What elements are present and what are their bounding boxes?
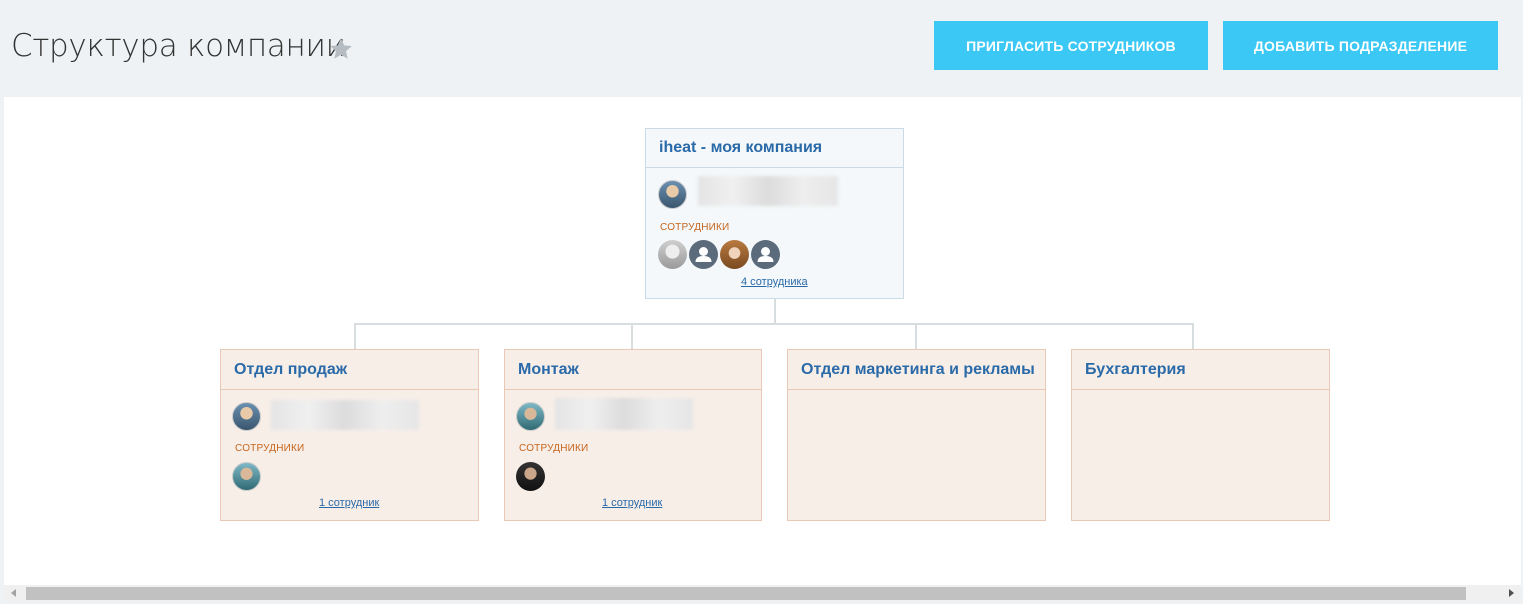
star-icon[interactable] xyxy=(328,36,354,62)
page-header: Структура компании ПРИГЛАСИТЬ СОТРУДНИКО… xyxy=(0,0,1523,97)
employee-avatar[interactable] xyxy=(658,240,687,269)
staff-label: СОТРУДНИКИ xyxy=(235,443,305,454)
connector-dept-4 xyxy=(1192,323,1194,349)
staff-count-link[interactable]: 1 сотрудник xyxy=(602,497,662,509)
head-name-redacted xyxy=(555,398,693,430)
head-name-redacted xyxy=(271,400,419,430)
employee-avatar-placeholder[interactable] xyxy=(689,240,718,269)
company-title[interactable]: iheat - моя компания xyxy=(659,139,822,157)
invite-employees-button[interactable]: ПРИГЛАСИТЬ СОТРУДНИКОВ xyxy=(934,21,1208,70)
department-card[interactable]: Монтаж СОТРУДНИКИ 1 сотрудник xyxy=(504,349,762,521)
connector-dept-3 xyxy=(915,323,917,349)
user-icon xyxy=(695,247,712,262)
connector-dept-1 xyxy=(354,323,356,349)
employee-avatar[interactable] xyxy=(720,240,749,269)
company-card-header: iheat - моя компания xyxy=(646,129,903,168)
employee-avatar[interactable] xyxy=(516,462,545,491)
page-title: Структура компании xyxy=(11,28,346,64)
company-card[interactable]: iheat - моя компания СОТРУДНИКИ 4 сотруд… xyxy=(645,128,904,299)
department-title[interactable]: Отдел продаж xyxy=(234,361,347,379)
department-card-header: Монтаж xyxy=(505,350,761,390)
head-avatar[interactable] xyxy=(232,402,261,431)
add-department-button[interactable]: ДОБАВИТЬ ПОДРАЗДЕЛЕНИЕ xyxy=(1223,21,1498,70)
connector-dept-2 xyxy=(631,323,633,349)
department-title[interactable]: Монтаж xyxy=(518,361,579,379)
head-name-redacted xyxy=(698,176,838,206)
staff-label: СОТРУДНИКИ xyxy=(660,222,730,233)
staff-count-link[interactable]: 4 сотрудника xyxy=(741,276,808,288)
user-icon xyxy=(757,247,774,262)
staff-label: СОТРУДНИКИ xyxy=(519,443,589,454)
employee-avatar[interactable] xyxy=(232,462,261,491)
department-card[interactable]: Отдел продаж СОТРУДНИКИ 1 сотрудник xyxy=(220,349,479,521)
scroll-right-icon[interactable] xyxy=(1509,589,1514,597)
head-avatar[interactable] xyxy=(658,180,687,209)
scroll-left-icon[interactable] xyxy=(11,589,16,597)
department-card[interactable]: Бухгалтерия xyxy=(1071,349,1330,521)
scrollbar-thumb[interactable] xyxy=(26,587,1466,600)
department-card[interactable]: Отдел маркетинга и рекламы xyxy=(787,349,1046,521)
connector-root-down xyxy=(774,298,776,325)
department-card-header: Бухгалтерия xyxy=(1072,350,1329,390)
department-card-header: Отдел маркетинга и рекламы xyxy=(788,350,1045,390)
head-avatar[interactable] xyxy=(516,402,545,431)
staff-count-link[interactable]: 1 сотрудник xyxy=(319,497,379,509)
department-title[interactable]: Отдел маркетинга и рекламы xyxy=(801,361,1035,379)
department-title[interactable]: Бухгалтерия xyxy=(1085,361,1186,379)
department-card-header: Отдел продаж xyxy=(221,350,478,390)
org-chart-canvas: iheat - моя компания СОТРУДНИКИ 4 сотруд… xyxy=(4,97,1521,585)
horizontal-scrollbar[interactable] xyxy=(4,585,1521,602)
connector-horizontal xyxy=(354,323,1194,325)
employee-avatar-placeholder[interactable] xyxy=(751,240,780,269)
